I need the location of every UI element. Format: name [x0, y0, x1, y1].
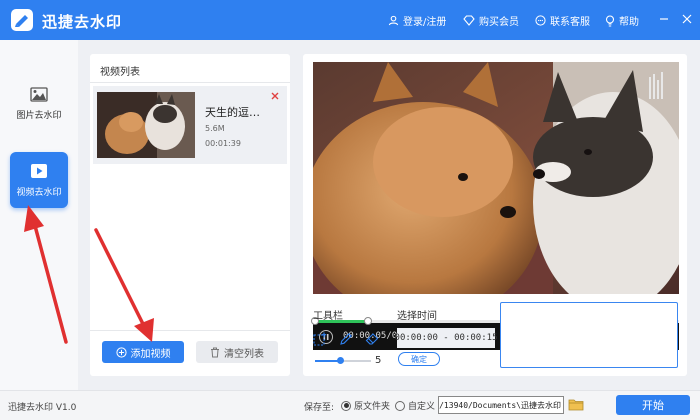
help-link[interactable]: 帮助	[605, 13, 639, 28]
diamond-icon	[463, 15, 475, 26]
radio-original-folder[interactable]: 原文件夹	[341, 399, 390, 412]
sidebar: 图片去水印 视频去水印	[0, 40, 78, 390]
progress-handle[interactable]	[364, 317, 372, 325]
title-bar: 迅捷去水印 登录/注册 购买会员 联系客服 帮助	[0, 0, 700, 40]
toolbar-label: 工具栏	[313, 311, 343, 322]
sidebar-item-label: 视频去水印	[16, 187, 62, 198]
select-time-label: 选择时间	[397, 311, 437, 322]
app-title: 迅捷去水印	[42, 13, 123, 31]
pencil-icon[interactable]	[339, 332, 353, 346]
close-icon	[271, 92, 279, 100]
buy-vip-label: 购买会员	[479, 17, 519, 28]
radio-custom-folder[interactable]: 自定义	[395, 399, 435, 412]
list-item[interactable]: 天生的逗… 5.6M 00:01:39	[93, 86, 287, 164]
save-path-input[interactable]: rs/13940/Documents\迅捷去水印	[438, 396, 564, 414]
brush-size-value: 5	[375, 355, 382, 366]
time-preview-area	[500, 302, 678, 368]
player-panel: 00:00:05/00:01:39 工具栏 选择时间 5 00:00:00 - …	[303, 54, 687, 376]
brush-size-slider[interactable]	[315, 357, 371, 364]
radio-selected-icon	[341, 400, 351, 411]
trash-icon	[211, 347, 219, 357]
lightbulb-icon	[605, 14, 615, 27]
login-link[interactable]: 登录/注册	[388, 13, 446, 28]
time-range-field[interactable]: 00:00:00 - 00:00:15	[395, 328, 497, 348]
user-icon	[388, 15, 399, 26]
close-icon	[682, 14, 692, 24]
video-preview[interactable]	[313, 62, 679, 294]
confirm-time-button[interactable]: 确定	[398, 352, 440, 366]
folder-icon[interactable]	[568, 398, 584, 411]
plus-circle-icon	[115, 346, 127, 358]
minimize-icon	[660, 18, 668, 20]
support-label: 联系客服	[550, 17, 590, 28]
video-icon	[31, 163, 47, 178]
minimize-button[interactable]	[657, 12, 671, 26]
close-window-button[interactable]	[680, 12, 694, 26]
clear-list-label: 清空列表	[224, 348, 264, 360]
app-logo-icon	[11, 9, 33, 31]
buy-vip-link[interactable]: 购买会员	[463, 13, 519, 28]
add-video-button[interactable]: 添加视频	[102, 341, 184, 363]
save-to-label: 保存至:	[304, 403, 335, 413]
sidebar-item-image-watermark[interactable]: 图片去水印	[10, 76, 68, 132]
chat-icon	[535, 15, 546, 26]
start-button[interactable]: 开始	[616, 395, 690, 415]
sidebar-item-video-watermark[interactable]: 视频去水印	[10, 152, 68, 208]
app-version: 迅捷去水印 V1.0	[8, 403, 77, 413]
add-video-label: 添加视频	[130, 348, 171, 360]
sidebar-item-label: 图片去水印	[16, 111, 62, 121]
thumbnail-image	[97, 92, 195, 158]
video-thumbnail	[97, 92, 195, 158]
video-list-panel: 视频列表 天生的逗… 5.6M 00:01:39 添加视频 清空列表	[90, 54, 290, 376]
video-frame-image	[313, 62, 679, 294]
login-label: 登录/注册	[403, 17, 447, 28]
radio-custom-label: 自定义	[408, 402, 436, 412]
image-icon	[30, 87, 48, 102]
eraser-icon[interactable]	[365, 332, 379, 346]
radio-unselected-icon	[395, 400, 405, 411]
divider	[90, 330, 290, 331]
video-duration: 00:01:39	[205, 139, 241, 148]
remove-item-button[interactable]	[271, 92, 279, 103]
divider	[90, 82, 290, 83]
video-name: 天生的逗…	[205, 106, 260, 119]
footer: 迅捷去水印 V1.0 保存至: 原文件夹 自定义 rs/13940/Docume…	[0, 390, 700, 420]
video-list-title: 视频列表	[100, 67, 140, 78]
video-size: 5.6M	[205, 124, 225, 133]
clear-list-button[interactable]: 清空列表	[196, 341, 278, 363]
brush-size-handle[interactable]	[336, 357, 344, 364]
radio-original-label: 原文件夹	[354, 402, 391, 412]
help-label: 帮助	[619, 17, 639, 28]
select-area-icon[interactable]	[313, 332, 327, 346]
support-link[interactable]: 联系客服	[535, 13, 590, 28]
